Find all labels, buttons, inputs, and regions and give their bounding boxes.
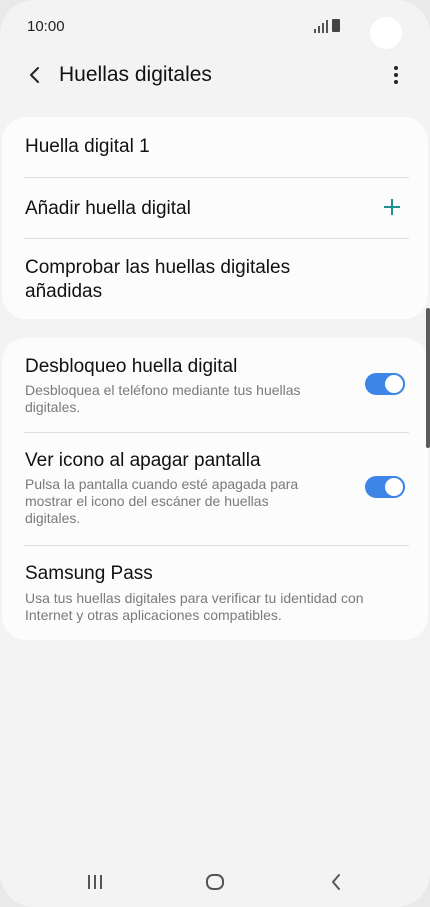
home-icon — [206, 874, 224, 890]
signal-icon — [314, 29, 316, 33]
status-bar: 10:00 — [0, 0, 430, 54]
add-fingerprint-item[interactable]: Añadir huella digital — [2, 178, 428, 238]
fingerprints-card: Huella digital 1 Añadir huella digital C… — [2, 117, 428, 319]
unlock-setting-subtitle: Desbloquea el teléfono mediante tus huel… — [25, 382, 301, 415]
check-fingerprints-label: Comprobar las huellas digitales añadidas — [25, 257, 291, 302]
recent-apps-button[interactable] — [75, 865, 115, 899]
nav-back-button[interactable] — [316, 865, 356, 899]
more-options-button[interactable] — [383, 60, 409, 90]
more-options-icon — [394, 66, 398, 84]
unlock-setting-title: Desbloqueo huella digital — [25, 356, 238, 377]
unlock-setting-row[interactable]: Desbloqueo huella digital Desbloquea el … — [2, 338, 428, 432]
back-button[interactable] — [20, 60, 50, 90]
status-time: 10:00 — [27, 18, 65, 35]
screen-off-icon-title: Ver icono al apagar pantalla — [25, 450, 261, 471]
signal-bar — [322, 23, 324, 33]
phone-screen: 10:00 Huellas digitales Huella digital 1… — [0, 0, 430, 907]
fingerprint-settings-card: Desbloqueo huella digital Desbloquea el … — [2, 338, 428, 640]
fingerprint-item-1[interactable]: Huella digital 1 — [2, 117, 428, 177]
samsung-pass-subtitle: Usa tus huellas digitales para verificar… — [25, 590, 364, 623]
samsung-pass-row[interactable]: Samsung Pass Usa tus huellas digitales p… — [2, 546, 428, 638]
navigation-bar — [0, 857, 430, 907]
plus-icon — [382, 197, 402, 217]
add-fingerprint-label: Añadir huella digital — [25, 198, 191, 219]
front-camera-cutout — [370, 17, 402, 49]
samsung-pass-title: Samsung Pass — [25, 563, 153, 584]
screen-off-icon-toggle[interactable] — [365, 476, 405, 498]
toggle-knob — [383, 476, 405, 498]
home-button[interactable] — [195, 865, 235, 899]
check-fingerprints-item[interactable]: Comprobar las huellas digitales añadidas — [2, 239, 428, 317]
screen-off-icon-row[interactable]: Ver icono al apagar pantalla Pulsa la pa… — [2, 433, 428, 545]
nav-back-icon — [332, 874, 340, 890]
signal-bar — [326, 20, 328, 33]
unlock-toggle[interactable] — [365, 373, 405, 395]
signal-bar — [318, 26, 320, 33]
status-icons — [314, 19, 344, 33]
recent-apps-icon — [88, 875, 102, 889]
screen-off-icon-subtitle: Pulsa la pantalla cuando esté apagada pa… — [25, 476, 299, 526]
battery-icon — [332, 19, 340, 32]
scrollbar[interactable] — [426, 308, 430, 448]
toggle-knob — [383, 373, 405, 395]
fingerprint-item-1-label: Huella digital 1 — [25, 136, 150, 157]
page-title: Huellas digitales — [59, 63, 212, 86]
back-arrow-icon — [30, 67, 39, 83]
app-bar: Huellas digitales — [0, 54, 430, 98]
